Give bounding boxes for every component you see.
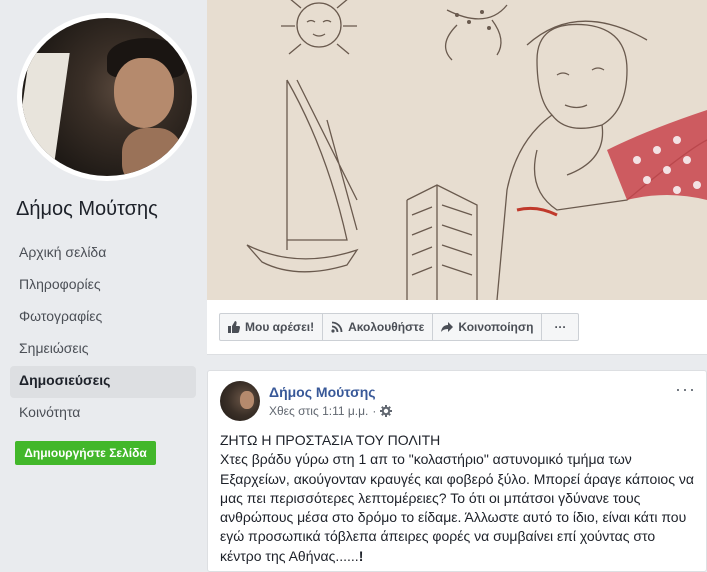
- profile-picture[interactable]: [17, 13, 197, 181]
- post-text: Χτες βράδυ γύρω στη 1 απ το "κολαστήριο"…: [220, 450, 700, 566]
- thumbs-up-icon: [228, 321, 240, 333]
- page-title[interactable]: Δήμος Μούτσης: [16, 198, 158, 221]
- sidebar-item-home[interactable]: Αρχική σελίδα: [10, 238, 196, 270]
- post-body: ΖΗΤΩ Η ΠΡΟΣΤΑΣΙΑ ΤΟΥ ΠΟΛΙΤΗ Χτες βράδυ γ…: [220, 431, 700, 566]
- page-action-bar: Μου αρέσει! Ακολουθήστε Κοινοποίηση ···: [207, 300, 707, 355]
- sidebar: Δήμος Μούτσης Αρχική σελίδα Πληροφορίες …: [0, 0, 207, 572]
- post-options-button[interactable]: ···: [675, 379, 696, 400]
- rss-icon: [331, 321, 343, 333]
- sidebar-item-photos[interactable]: Φωτογραφίες: [10, 302, 196, 334]
- avatar: [22, 18, 192, 176]
- post-author[interactable]: Δήμος Μούτσης: [269, 384, 376, 400]
- post-meta: Χθες στις 1:11 μ.μ. ·: [269, 404, 393, 418]
- sidebar-item-notes[interactable]: Σημειώσεις: [10, 334, 196, 366]
- meta-separator: ·: [372, 404, 377, 418]
- post-ending: !: [358, 547, 364, 564]
- post-paragraph: Χτες βράδυ γύρω στη 1 απ το "κολαστήριο"…: [220, 451, 694, 564]
- sidebar-nav: Αρχική σελίδα Πληροφορίες Φωτογραφίες Ση…: [10, 238, 196, 430]
- share-icon: [441, 322, 454, 332]
- follow-label: Ακολουθήστε: [348, 320, 425, 334]
- cover-photo[interactable]: [207, 0, 707, 300]
- share-button[interactable]: Κοινοποίηση: [433, 314, 543, 340]
- post-card: Δήμος Μούτσης Χθες στις 1:11 μ.μ. · ··· …: [207, 370, 707, 572]
- like-label: Μου αρέσει!: [245, 320, 315, 334]
- post-avatar[interactable]: [220, 381, 260, 421]
- more-button[interactable]: ···: [542, 314, 578, 340]
- sidebar-item-community[interactable]: Κοινότητα: [10, 398, 196, 430]
- follow-button[interactable]: Ακολουθήστε: [323, 314, 434, 340]
- gear-icon: [380, 405, 393, 417]
- post-title: ΖΗΤΩ Η ΠΡΟΣΤΑΣΙΑ ΤΟΥ ΠΟΛΙΤΗ: [220, 432, 441, 448]
- share-label: Κοινοποίηση: [458, 320, 534, 334]
- post-timestamp[interactable]: Χθες στις 1:11 μ.μ.: [269, 404, 368, 418]
- sidebar-item-about[interactable]: Πληροφορίες: [10, 270, 196, 302]
- create-page-button[interactable]: Δημιουργήστε Σελίδα: [15, 441, 156, 465]
- cover-drawing: [207, 0, 707, 300]
- sidebar-item-posts[interactable]: Δημοσιεύσεις: [10, 366, 196, 398]
- like-button[interactable]: Μου αρέσει!: [220, 314, 324, 340]
- page-actions: Μου αρέσει! Ακολουθήστε Κοινοποίηση ···: [219, 313, 580, 341]
